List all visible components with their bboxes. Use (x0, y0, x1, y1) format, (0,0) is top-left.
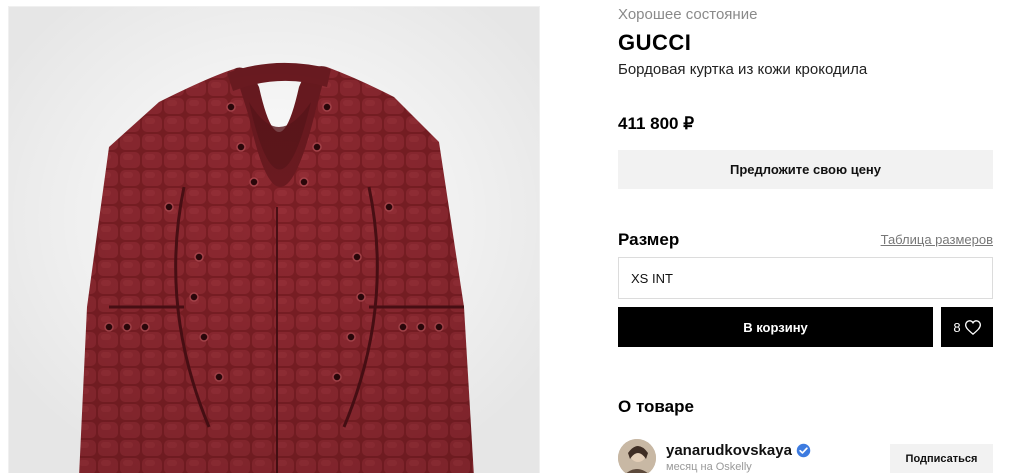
seller-card: yanarudkovskaya месяц на Oskelly Подписа… (618, 439, 993, 473)
product-price: 411 800 ₽ (618, 114, 695, 133)
seller-avatar[interactable] (618, 439, 656, 473)
likes-count: 8 (953, 319, 961, 335)
make-offer-button[interactable]: Предложите свою цену (618, 150, 993, 189)
follow-button[interactable]: Подписаться (890, 444, 993, 473)
about-product-title: О товаре (618, 397, 694, 416)
seller-name-text: yanarudkovskaya (666, 442, 792, 459)
size-select[interactable]: XS INT (618, 257, 993, 299)
size-label: Размер (618, 230, 680, 249)
like-button[interactable]: 8 (941, 307, 993, 347)
size-chart-link[interactable]: Таблица размеров (881, 232, 993, 247)
jacket-photo (9, 7, 539, 473)
product-title: Бордовая куртка из кожи крокодила (618, 61, 868, 78)
condition-label: Хорошее состояние (618, 6, 758, 23)
seller-since: месяц на Oskelly (666, 461, 752, 473)
verified-badge-icon (796, 443, 811, 458)
product-image-panel[interactable] (8, 6, 540, 473)
heart-icon (964, 319, 981, 335)
seller-name[interactable]: yanarudkovskaya (666, 442, 811, 459)
size-select-value: XS INT (631, 270, 673, 286)
brand-name[interactable]: GUCCI (618, 30, 691, 56)
add-to-cart-button[interactable]: В корзину (618, 307, 933, 347)
